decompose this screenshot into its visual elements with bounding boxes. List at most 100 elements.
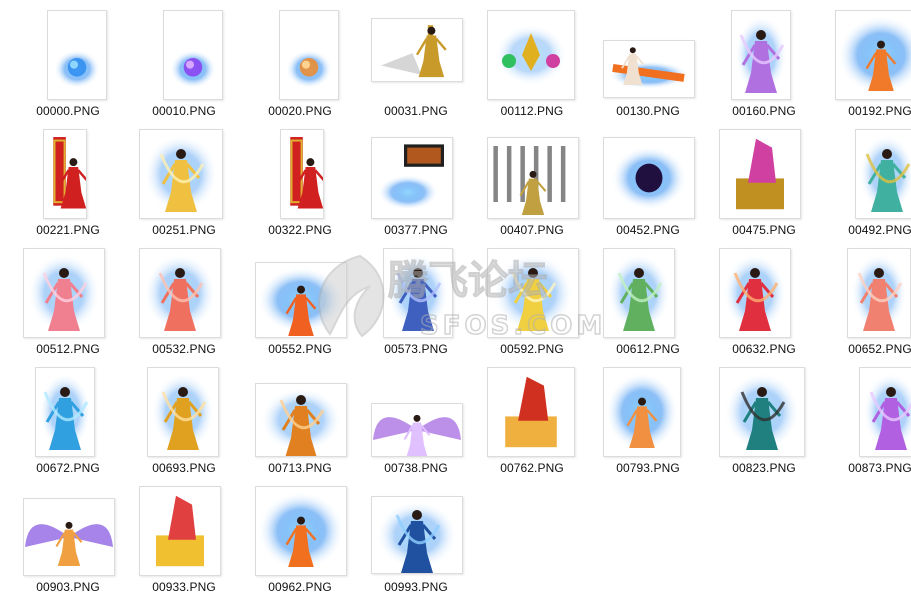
file-thumbnail[interactable]: [719, 129, 801, 219]
file-item[interactable]: 00823.PNG: [708, 363, 820, 482]
file-name-label: 00407.PNG: [500, 223, 564, 237]
file-item[interactable]: 00010.PNG: [128, 6, 240, 125]
image-preview-icon: [837, 15, 911, 95]
file-thumbnail[interactable]: [835, 10, 911, 100]
file-thumbnail[interactable]: [147, 367, 219, 457]
file-thumbnail[interactable]: [23, 248, 105, 338]
file-thumbnail[interactable]: [255, 262, 347, 338]
file-item[interactable]: 00612.PNG: [592, 244, 704, 363]
file-thumbnail[interactable]: [603, 248, 675, 338]
file-item[interactable]: 00112.PNG: [476, 6, 588, 125]
file-item[interactable]: 00221.PNG: [12, 125, 124, 244]
image-preview-icon: [257, 266, 345, 336]
file-thumbnail[interactable]: [35, 367, 95, 457]
file-item[interactable]: 00903.PNG: [12, 482, 124, 601]
file-item[interactable]: 00693.PNG: [128, 363, 240, 482]
file-item[interactable]: 00512.PNG: [12, 244, 124, 363]
file-item[interactable]: 00452.PNG: [592, 125, 704, 244]
file-item[interactable]: 00407.PNG: [476, 125, 588, 244]
file-item[interactable]: 00738.PNG: [360, 363, 472, 482]
file-thumbnail[interactable]: [719, 248, 791, 338]
file-item[interactable]: 00873.PNG: [824, 363, 911, 482]
file-name-label: 00130.PNG: [616, 104, 680, 118]
file-item[interactable]: 00377.PNG: [360, 125, 472, 244]
file-item[interactable]: 00322.PNG: [244, 125, 356, 244]
file-name-label: 00793.PNG: [616, 461, 680, 475]
file-thumbnail[interactable]: [47, 10, 107, 100]
file-item[interactable]: 00762.PNG: [476, 363, 588, 482]
file-thumbnail[interactable]: [280, 129, 324, 219]
file-thumbnail[interactable]: [139, 248, 221, 338]
file-thumbnail[interactable]: [139, 129, 223, 219]
file-name-label: 00020.PNG: [268, 104, 332, 118]
file-item[interactable]: 00632.PNG: [708, 244, 820, 363]
file-item[interactable]: 00160.PNG: [708, 6, 820, 125]
image-preview-icon: [863, 372, 911, 452]
file-thumbnail[interactable]: [855, 129, 911, 219]
file-item[interactable]: 00532.PNG: [128, 244, 240, 363]
file-thumbnail[interactable]: [603, 137, 695, 219]
image-preview-icon: [290, 137, 323, 209]
file-thumbnail[interactable]: [163, 10, 223, 100]
file-item[interactable]: 00251.PNG: [128, 125, 240, 244]
file-name-label: 00672.PNG: [36, 461, 100, 475]
file-item[interactable]: 00552.PNG: [244, 244, 356, 363]
file-item[interactable]: 00592.PNG: [476, 244, 588, 363]
image-preview-icon: [38, 372, 92, 452]
image-preview-icon: [373, 414, 461, 456]
image-preview-icon: [260, 387, 342, 456]
file-thumbnail[interactable]: [255, 486, 347, 576]
file-item[interactable]: 00713.PNG: [244, 363, 356, 482]
file-item[interactable]: 00031.PNG: [360, 6, 472, 125]
file-thumbnail[interactable]: [487, 248, 579, 338]
image-preview-icon: [376, 500, 458, 573]
file-item[interactable]: 00993.PNG: [360, 482, 472, 601]
file-item[interactable]: 00192.PNG: [824, 6, 911, 125]
file-item[interactable]: 00672.PNG: [12, 363, 124, 482]
file-name-label: 00000.PNG: [36, 104, 100, 118]
file-thumbnail[interactable]: [731, 10, 791, 100]
file-thumbnail[interactable]: [487, 137, 579, 219]
file-item[interactable]: 00475.PNG: [708, 125, 820, 244]
file-thumbnail[interactable]: [383, 248, 453, 338]
file-thumbnail[interactable]: [487, 367, 575, 457]
file-item[interactable]: 00020.PNG: [244, 6, 356, 125]
file-item[interactable]: 00652.PNG: [824, 244, 911, 363]
file-thumbnail[interactable]: [43, 129, 87, 219]
file-thumbnail[interactable]: [859, 367, 911, 457]
file-thumbnail[interactable]: [255, 383, 347, 457]
file-thumbnail[interactable]: [371, 18, 463, 82]
file-item[interactable]: 00933.PNG: [128, 482, 240, 601]
file-name-label: 00512.PNG: [36, 342, 100, 356]
file-thumbnail[interactable]: [279, 10, 339, 100]
file-name-label: 00010.PNG: [152, 104, 216, 118]
file-name-label: 00738.PNG: [384, 461, 448, 475]
file-item[interactable]: 00793.PNG: [592, 363, 704, 482]
file-thumbnail[interactable]: [139, 486, 221, 576]
file-thumbnail[interactable]: [371, 403, 463, 457]
file-thumbnail[interactable]: [487, 10, 575, 100]
file-name-label: 00993.PNG: [384, 580, 448, 594]
file-thumbnail[interactable]: [371, 137, 453, 219]
image-preview-icon: [144, 253, 216, 333]
file-item[interactable]: 00962.PNG: [244, 482, 356, 601]
file-item[interactable]: 00492.PNG: [824, 125, 911, 244]
file-thumbnail[interactable]: [371, 496, 463, 574]
image-preview-icon: [494, 24, 568, 86]
file-thumbnail[interactable]: [719, 367, 805, 457]
file-item[interactable]: 00130.PNG: [592, 6, 704, 125]
file-name-label: 00031.PNG: [384, 104, 448, 118]
file-item[interactable]: 00000.PNG: [12, 6, 124, 125]
file-name-label: 00612.PNG: [616, 342, 680, 356]
file-item[interactable]: 00573.PNG: [360, 244, 472, 363]
file-name-label: 00492.PNG: [848, 223, 911, 237]
file-thumbnail[interactable]: [847, 248, 911, 338]
file-thumbnail[interactable]: [603, 367, 681, 457]
file-name-label: 00377.PNG: [384, 223, 448, 237]
file-thumbnail[interactable]: [23, 498, 115, 576]
image-preview-icon: [25, 521, 113, 566]
image-preview-icon: [492, 253, 574, 333]
file-name-label: 00573.PNG: [384, 342, 448, 356]
file-name-label: 00192.PNG: [848, 104, 911, 118]
file-thumbnail[interactable]: [603, 40, 695, 98]
